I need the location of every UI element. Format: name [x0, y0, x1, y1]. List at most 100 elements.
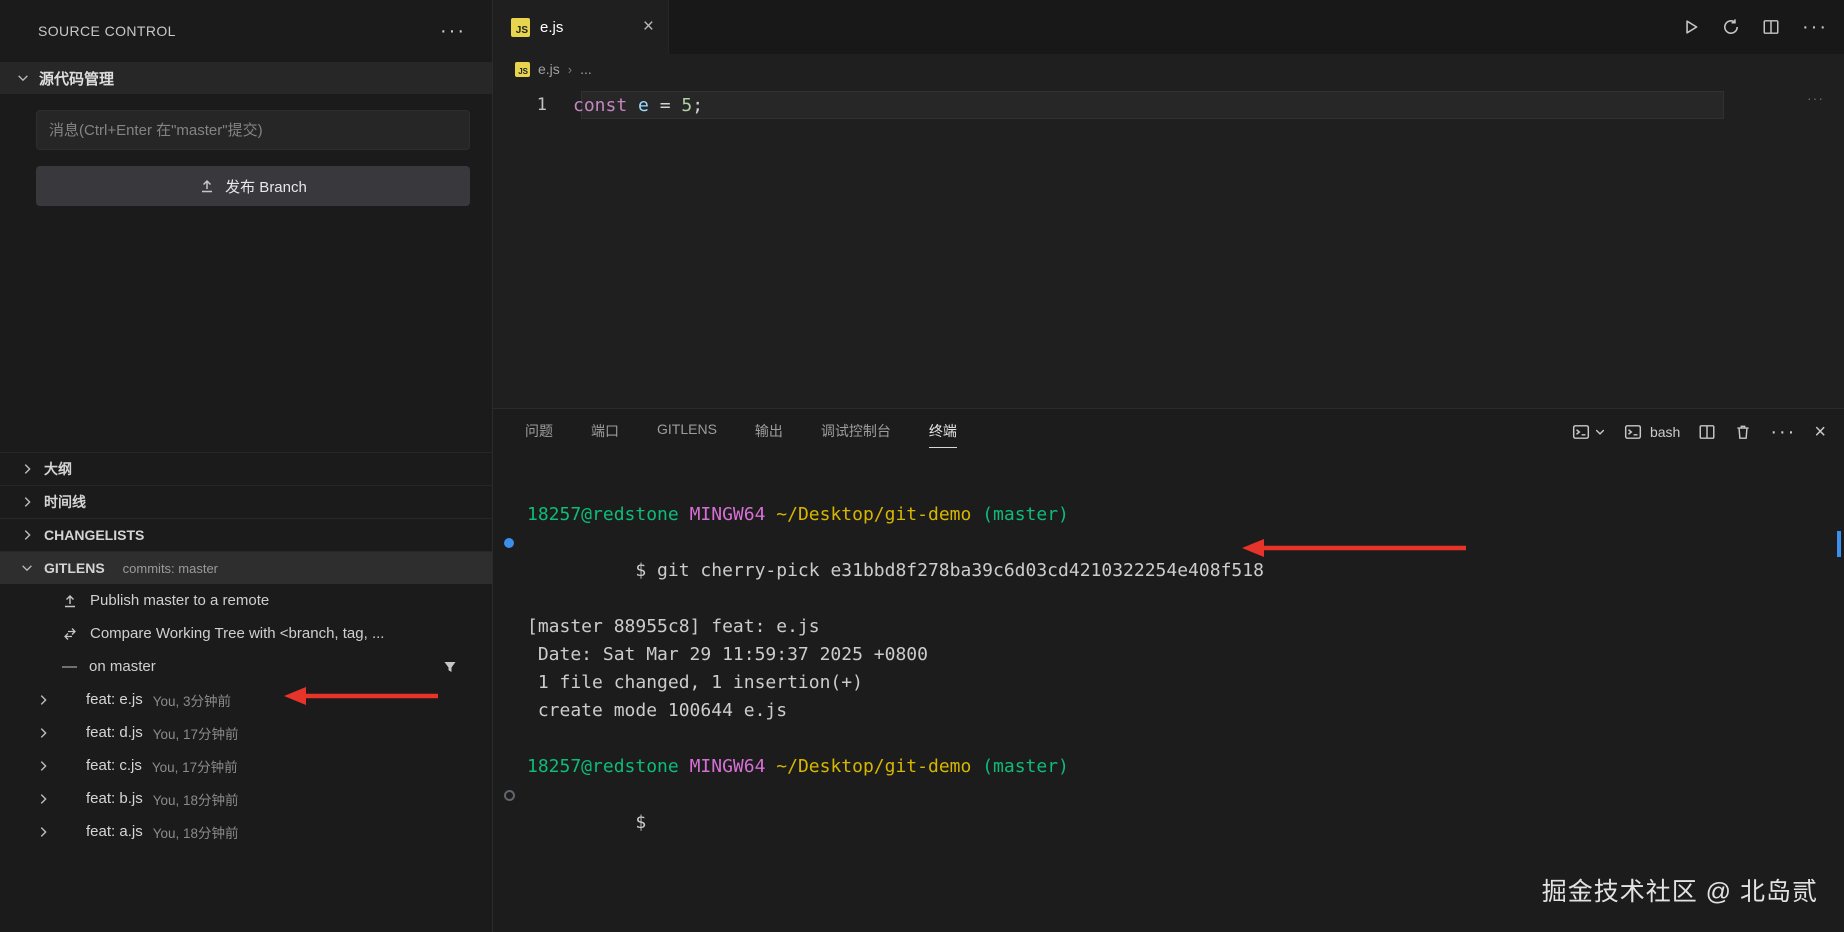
- vscode-window: SOURCE CONTROL ··· 源代码管理 发布 Branch: [0, 0, 1844, 932]
- commit-row-d[interactable]: feat: d.js You, 17分钟前: [0, 716, 492, 749]
- section-outline-label: 大纲: [44, 461, 72, 477]
- breadcrumb[interactable]: JS e.js › ...: [493, 54, 1844, 84]
- commit-meta: You, 17分钟前: [151, 759, 238, 775]
- code-line-1: 1 const e = 5;: [493, 91, 1844, 119]
- publish-icon: [62, 593, 78, 609]
- panel-tab-output[interactable]: 输出: [755, 416, 783, 448]
- gitlens-publish-label: Publish master to a remote: [90, 592, 270, 609]
- prompt-branch: (master): [982, 504, 1069, 525]
- command-decoration-icon[interactable]: [504, 538, 514, 548]
- chevron-right-icon: [36, 759, 50, 773]
- commit-meta: You, 18分钟前: [152, 825, 239, 841]
- panel-header: 问题 端口 GITLENS 输出 调试控制台 终端 bash ··· ×: [493, 409, 1844, 455]
- terminal-output-line: 1 file changed, 1 insertion(+): [527, 672, 863, 693]
- chevron-right-icon: [20, 462, 34, 476]
- commit-row-c[interactable]: feat: c.js You, 17分钟前: [0, 749, 492, 782]
- scm-section-header[interactable]: 源代码管理: [0, 62, 492, 94]
- bottom-panel: 问题 端口 GITLENS 输出 调试控制台 终端 bash ··· × 182…: [493, 408, 1844, 932]
- command-decoration-pending-icon: [504, 790, 515, 801]
- panel-tab-gitlens[interactable]: GITLENS: [657, 416, 717, 448]
- commit-row-b[interactable]: feat: b.js You, 18分钟前: [0, 782, 492, 815]
- scm-body: 发布 Branch: [0, 94, 492, 206]
- compare-icon: [62, 626, 78, 642]
- filter-icon[interactable]: [442, 659, 492, 675]
- prompt-branch: (master): [982, 756, 1069, 777]
- commit-row-a[interactable]: feat: a.js You, 18分钟前: [0, 815, 492, 848]
- section-gitlens-detail: commits: master: [122, 560, 219, 576]
- terminal-tab-bash[interactable]: bash: [1624, 423, 1680, 441]
- chevron-right-icon: [36, 792, 50, 806]
- minimap[interactable]: ···: [1807, 90, 1824, 106]
- code-editor[interactable]: 1 const e = 5; ···: [493, 84, 1844, 408]
- close-tab-icon[interactable]: ×: [643, 16, 654, 38]
- chevron-right-icon: [36, 825, 50, 839]
- publish-icon: [199, 178, 215, 194]
- split-terminal-icon[interactable]: [1698, 423, 1716, 441]
- section-changelists-label: CHANGELISTS: [44, 527, 145, 543]
- commit-meta: You, 3分钟前: [152, 693, 231, 709]
- gitlens-branch-item[interactable]: — on master: [0, 650, 492, 683]
- source-control-sidebar: SOURCE CONTROL ··· 源代码管理 发布 Branch: [0, 0, 493, 932]
- close-panel-icon[interactable]: ×: [1814, 421, 1826, 444]
- publish-branch-button[interactable]: 发布 Branch: [36, 166, 470, 206]
- panel-tab-terminal[interactable]: 终端: [928, 416, 957, 448]
- prompt-path: ~/Desktop/git-demo: [776, 756, 972, 777]
- chevron-right-icon: [20, 528, 34, 542]
- commit-label: feat: a.js: [86, 823, 143, 840]
- terminal-icon: [1624, 425, 1642, 439]
- shell-name: bash: [1649, 424, 1681, 440]
- commit-label: feat: e.js: [86, 691, 143, 708]
- kill-terminal-trash-icon[interactable]: [1734, 423, 1752, 441]
- sidebar-title: SOURCE CONTROL: [38, 23, 176, 39]
- js-file-icon: JS: [511, 17, 530, 37]
- prompt-user: 18257@redstone: [527, 504, 679, 525]
- sidebar-section-gitlens[interactable]: GITLENS commits: master: [0, 551, 492, 584]
- gitlens-compare-item[interactable]: Compare Working Tree with <branch, tag, …: [0, 617, 492, 650]
- split-editor-icon[interactable]: [1762, 18, 1780, 36]
- panel-more-actions-icon[interactable]: ···: [1770, 422, 1796, 442]
- panel-tab-debug-console[interactable]: 调试控制台: [821, 416, 891, 448]
- terminal-output-line: [master 88955c8] feat: e.js: [527, 616, 820, 637]
- gitlens-publish-item[interactable]: Publish master to a remote: [0, 584, 492, 617]
- sidebar-section-outline[interactable]: 大纲: [0, 452, 492, 485]
- chevron-right-icon: [20, 495, 34, 509]
- token-keyword: const: [573, 94, 628, 116]
- prompt-cursor: $: [635, 812, 647, 833]
- panel-tab-problems[interactable]: 问题: [525, 416, 553, 448]
- chevron-right-icon: [36, 726, 50, 740]
- token-number: 5: [681, 94, 693, 116]
- panel-tab-ports[interactable]: 端口: [591, 416, 619, 448]
- command-text: $ git cherry-pick e31bbd8f278ba39c6d03cd…: [635, 560, 1264, 581]
- new-terminal-button[interactable]: [1572, 423, 1606, 441]
- commit-message-input[interactable]: [36, 110, 470, 150]
- chevron-down-icon: [16, 71, 30, 85]
- token-variable: e: [627, 94, 660, 116]
- dash-icon: —: [62, 658, 77, 675]
- chevron-down-icon: [20, 561, 34, 575]
- token-operator: =: [659, 94, 682, 116]
- sidebar-section-changelists[interactable]: CHANGELISTS: [0, 518, 492, 551]
- terminal-scrollbar-marker: [1837, 531, 1841, 557]
- sidebar-more-actions-icon[interactable]: ···: [440, 21, 466, 41]
- panel-actions: bash ··· ×: [1572, 421, 1826, 444]
- terminal-prompt-line: 18257@redstone MINGW64 ~/Desktop/git-dem…: [527, 753, 1844, 781]
- token-semicolon: ;: [692, 94, 704, 116]
- commit-label: feat: c.js: [86, 757, 142, 774]
- terminal[interactable]: 18257@redstone MINGW64 ~/Desktop/git-dem…: [493, 455, 1844, 932]
- more-actions-icon[interactable]: ···: [1802, 17, 1828, 37]
- section-gitlens-label: GITLENS: [44, 560, 105, 576]
- history-icon[interactable]: [1722, 18, 1740, 36]
- sidebar-section-timeline[interactable]: 时间线: [0, 485, 492, 518]
- chevron-right-icon: [36, 693, 50, 707]
- commit-label: feat: d.js: [86, 724, 143, 741]
- chevron-right-icon: ›: [567, 61, 573, 77]
- commit-row-e[interactable]: feat: e.js You, 3分钟前: [0, 683, 492, 716]
- breadcrumb-file[interactable]: e.js: [538, 61, 560, 77]
- editor-tabbar: JS e.js × ···: [493, 0, 1844, 54]
- run-code-icon[interactable]: [1682, 18, 1700, 36]
- breadcrumb-symbol[interactable]: ...: [580, 61, 592, 77]
- commit-label: feat: b.js: [86, 790, 143, 807]
- scm-section-label: 源代码管理: [39, 70, 115, 88]
- editor-tab-ejs[interactable]: JS e.js ×: [493, 0, 669, 54]
